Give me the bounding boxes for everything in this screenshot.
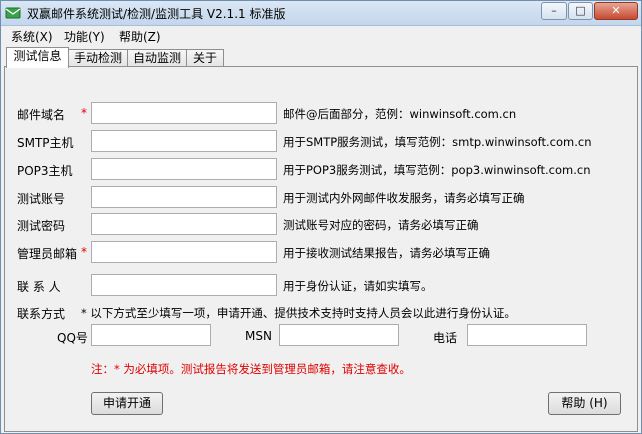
close-button[interactable]: ✕ [594,2,638,20]
msn-input[interactable] [279,324,399,346]
maximize-button[interactable]: □ [568,2,593,20]
admin-email-hint: 用于接收测试结果报告，请务必填写正确 [283,246,490,260]
tab-test-info[interactable]: 测试信息 [6,47,69,68]
pop3-input[interactable] [91,158,277,180]
smtp-label: SMTP主机 [17,136,74,150]
password-hint: 测试账号对应的密码，请务必填写正确 [283,218,479,232]
qq-input[interactable] [91,324,211,346]
menu-system[interactable]: 系统(X) [11,28,53,45]
menu-bar: 系统(X) 功能(Y) 帮助(Z) [1,26,641,45]
title-bar: 双赢邮件系统测试/检测/监测工具 V2.1.1 标准版 – □ ✕ [1,1,641,26]
msn-label: MSN [245,329,272,343]
pop3-label: POP3主机 [17,164,73,178]
test-info-panel: 邮件域名 * 邮件@后面部分，范例：winwinsoft.com.cn SMTP… [4,66,638,432]
apply-button[interactable]: 申请开通 [91,392,163,415]
admin-email-input[interactable] [91,241,277,263]
menu-function[interactable]: 功能(Y) [64,28,105,45]
contact-person-label: 联 系 人 [17,280,61,294]
tab-strip: 测试信息 手动检测 自动监测 关于 [1,47,641,68]
help-button[interactable]: 帮助 (H) [548,392,621,415]
app-window: 双赢邮件系统测试/检测/监测工具 V2.1.1 标准版 – □ ✕ 系统(X) … [0,0,642,434]
phone-label: 电话 [433,331,458,345]
account-hint: 用于测试内外网邮件收发服务，请务必填写正确 [283,191,525,205]
app-envelope-icon [5,7,21,19]
account-input[interactable] [91,186,277,208]
qq-label: QQ号 [57,331,88,345]
contact-person-hint: 用于身份认证，请如实填写。 [283,279,433,293]
required-mark: * [81,245,87,259]
tab-auto-monitor[interactable]: 自动监测 [127,49,187,67]
window-title: 双赢邮件系统测试/检测/监测工具 V2.1.1 标准版 [27,7,286,21]
pop3-hint: 用于POP3服务测试，填写范例：pop3.winwinsoft.com.cn [283,163,591,177]
contact-method-note: * 以下方式至少填写一项，申请开通、提供技术支持时支持人员会以此进行身份认证。 [81,306,516,320]
smtp-hint: 用于SMTP服务测试，填写范例：smtp.winwinsoft.com.cn [283,135,592,149]
contact-person-input[interactable] [91,274,277,296]
menu-help[interactable]: 帮助(Z) [119,28,161,45]
password-label: 测试密码 [17,219,66,233]
phone-input[interactable] [467,324,587,346]
tab-manual-check[interactable]: 手动检测 [68,49,128,67]
smtp-input[interactable] [91,130,277,152]
minimize-button[interactable]: – [541,2,567,20]
required-footnote: 注：* 为必填项。测试报告将发送到管理员邮箱，请注意查收。 [91,362,411,376]
domain-hint: 邮件@后面部分，范例：winwinsoft.com.cn [283,107,517,121]
contact-method-label: 联系方式 [17,307,66,321]
domain-input[interactable] [91,102,277,124]
password-input[interactable] [91,213,277,235]
required-mark: * [81,106,87,120]
account-label: 测试账号 [17,192,66,206]
tab-about[interactable]: 关于 [186,49,224,67]
domain-label: 邮件域名 [17,108,66,122]
admin-email-label: 管理员邮箱 [17,247,78,261]
